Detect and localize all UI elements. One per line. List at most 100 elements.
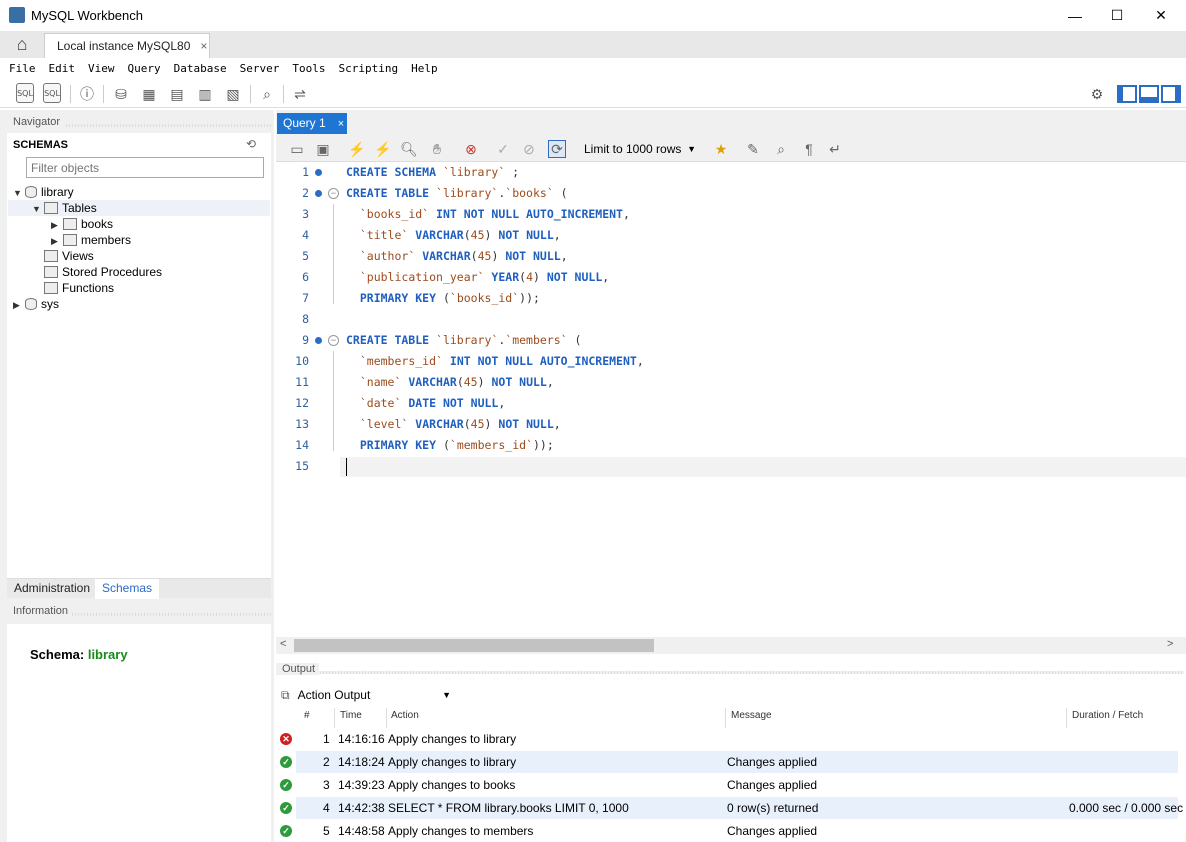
scrollbar-thumb[interactable] (294, 639, 654, 652)
scroll-left-icon[interactable]: < (280, 638, 286, 650)
cell-time: 14:39:23 (338, 778, 385, 792)
create-procedure-icon[interactable]: ▥ (194, 83, 216, 105)
cell-message: 0 row(s) returned (727, 801, 819, 815)
tree-tables[interactable]: ▼ Tables (32, 200, 97, 216)
filter-objects-input[interactable] (26, 157, 264, 178)
cell-duration: 0.000 sec / 0.000 sec (1069, 801, 1184, 815)
table-row[interactable]: 4 14:42:38 SELECT * FROM library.books LIM… (296, 797, 1183, 819)
create-function-icon[interactable]: ▧ (222, 83, 244, 105)
menu-file[interactable]: File (9, 62, 36, 75)
mysql-workbench-icon (9, 7, 25, 23)
tree-functions[interactable]: Functions (32, 280, 114, 296)
commit-icon[interactable]: ✓ (494, 140, 512, 158)
column-header-message[interactable]: Message (731, 710, 772, 721)
tab-schemas[interactable]: Schemas (95, 579, 160, 599)
toggle-output-icon[interactable] (1139, 85, 1159, 103)
create-table-icon[interactable]: ▦ (138, 83, 160, 105)
add-snippet-icon[interactable]: ★ (712, 140, 730, 158)
menu-edit[interactable]: Edit (49, 62, 76, 75)
execute-current-icon[interactable]: ⚡ (374, 140, 392, 158)
column-header-action[interactable]: Action (391, 710, 419, 721)
close-query-tab-icon[interactable]: × (338, 118, 344, 130)
inspector-icon[interactable]: ⓘ (76, 83, 98, 105)
window-title: MySQL Workbench (31, 8, 143, 23)
limit-rows-select[interactable]: Limit to 1000 rows ▼ (580, 139, 702, 159)
fold-icon[interactable]: − (328, 335, 339, 346)
settings-gear-icon[interactable]: ⚙ (1086, 83, 1108, 105)
line-number: 7 (302, 291, 309, 305)
rollback-icon[interactable]: ⊘ (520, 140, 538, 158)
stop-icon[interactable]: ✋︎ (428, 140, 446, 158)
layout-toggles (1117, 85, 1181, 103)
statement-marker-icon (315, 190, 322, 197)
tree-stored-procedures[interactable]: Stored Procedures (32, 264, 162, 280)
reconnect-icon[interactable]: ⇌ (289, 83, 311, 105)
sql-toolbar: ▭ ▣ ⚡ ⚡ 🔍︎ ✋︎ ⊗ ✓ ⊘ ⟳ ★ ✎ ⌕ ¶ ↵ (276, 134, 1186, 162)
execute-icon[interactable]: ⚡ (348, 140, 366, 158)
column-header-time[interactable]: Time (340, 710, 362, 721)
tree-views[interactable]: Views (32, 248, 94, 264)
search-table-data-icon[interactable]: ⌕ (256, 83, 278, 105)
navigator-header: Navigator (7, 116, 271, 134)
table-row[interactable]: 2 14:18:24 Apply changes to library Changes… (296, 751, 1178, 773)
collapse-icon: ▼ (32, 204, 41, 214)
output-header: Output (276, 663, 1184, 681)
schema-info: Schema: library (30, 647, 128, 662)
stop-on-error-icon[interactable]: ⊗ (462, 140, 480, 158)
menu-scripting[interactable]: Scripting (338, 62, 398, 75)
line-number: 2 (302, 186, 309, 200)
error-icon: ✕ (280, 733, 292, 745)
cell-action: SELECT * FROM library.books LIMIT 0, 100… (388, 801, 629, 815)
home-icon[interactable]: ⌂ (0, 31, 44, 58)
fold-icon[interactable]: − (328, 188, 339, 199)
tree-table-books[interactable]: ▶ books (51, 216, 113, 232)
open-file-icon[interactable]: ▭ (288, 140, 306, 158)
toggle-secondary-sidebar-icon[interactable] (1161, 85, 1181, 103)
menu-view[interactable]: View (88, 62, 115, 75)
tab-administration[interactable]: Administration (7, 579, 97, 599)
new-sql-tab-icon[interactable]: SQL (16, 83, 34, 103)
autocommit-icon[interactable]: ⟳ (548, 140, 566, 158)
toggle-sidebar-icon[interactable] (1117, 85, 1137, 103)
menu-server[interactable]: Server (240, 62, 280, 75)
open-sql-script-icon[interactable]: SQL (43, 83, 61, 103)
scroll-right-icon[interactable]: > (1167, 638, 1173, 650)
menu-query[interactable]: Query (128, 62, 161, 75)
refresh-icon[interactable]: ⟲ (246, 137, 256, 151)
close-tab-icon[interactable]: × (200, 39, 207, 53)
explain-icon[interactable]: 🔍︎ (400, 140, 418, 158)
column-header-num[interactable]: # (304, 710, 310, 721)
procedures-folder-icon (44, 266, 58, 278)
table-row[interactable]: 3 14:39:23 Apply changes to books Changes a… (296, 774, 1178, 796)
find-icon[interactable]: ⌕ (772, 140, 790, 158)
menu-tools[interactable]: Tools (292, 62, 325, 75)
tree-schema-sys[interactable]: ▶ sys (13, 296, 59, 312)
output-type-select[interactable]: ⧉ Action Output ▼ (281, 685, 453, 705)
save-icon[interactable]: ▣ (314, 140, 332, 158)
menu-database[interactable]: Database (174, 62, 227, 75)
beautify-icon[interactable]: ✎ (744, 140, 762, 158)
code-line: `publication_year` YEAR(4) NOT NULL, (359, 270, 610, 284)
create-schema-icon[interactable]: ⛁ (110, 83, 132, 105)
code-line: `books_id` INT NOT NULL AUTO_INCREMENT, (359, 207, 630, 221)
word-wrap-icon[interactable]: ↵ (826, 140, 844, 158)
column-header-duration[interactable]: Duration / Fetch (1072, 710, 1143, 721)
cell-message: Changes applied (727, 755, 818, 769)
line-number: 1 (302, 165, 309, 179)
code-line: CREATE TABLE `library`.`members` ( (346, 333, 582, 347)
code-line: CREATE SCHEMA `library` ; (346, 165, 520, 179)
tree-table-members[interactable]: ▶ members (51, 232, 131, 248)
close-window-button[interactable]: ✕ (1138, 0, 1184, 31)
maximize-button[interactable]: ☐ (1094, 0, 1140, 31)
copy-icon: ⧉ (281, 688, 290, 702)
menu-help[interactable]: Help (411, 62, 438, 75)
current-line-highlight (340, 457, 1186, 477)
invisible-chars-icon[interactable]: ¶ (800, 140, 818, 158)
tab-query-1[interactable]: Query 1 × (277, 113, 347, 134)
table-row[interactable]: 5 14:48:58 Apply changes to members Changes… (296, 820, 1178, 842)
minimize-button[interactable]: — (1052, 0, 1098, 31)
create-view-icon[interactable]: ▤ (166, 83, 188, 105)
connection-tab[interactable]: Local instance MySQL80 × (44, 33, 210, 58)
tree-schema-library[interactable]: ▼ library (13, 184, 74, 200)
table-row[interactable]: 1 14:16:16 Apply changes to library (296, 728, 1178, 750)
